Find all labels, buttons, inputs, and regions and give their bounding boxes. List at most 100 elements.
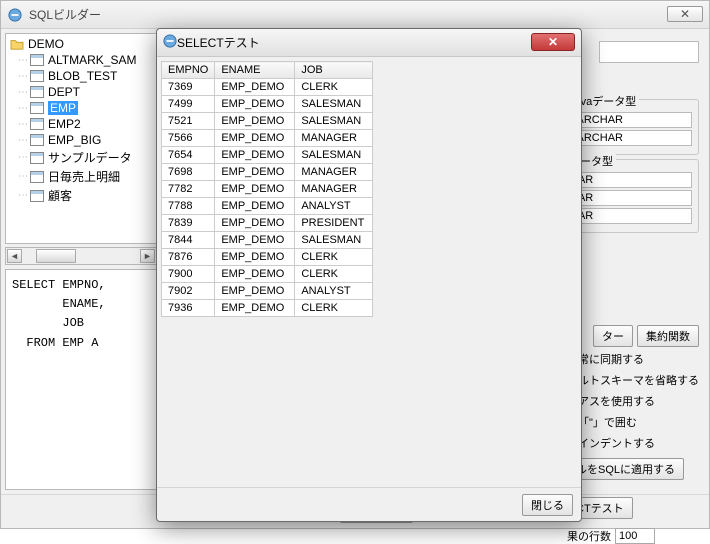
table-row[interactable]: 7844EMP_DEMOSALESMAN xyxy=(162,232,373,249)
table-icon xyxy=(30,86,44,98)
data-type-row: HAR xyxy=(566,172,692,188)
tree-node[interactable]: ⋯ALTMARK_SAM xyxy=(8,52,154,68)
cell: EMP_DEMO xyxy=(215,147,295,164)
table-icon xyxy=(30,54,44,66)
tree-node-label: EMP_BIG xyxy=(48,133,101,147)
cell: MANAGER xyxy=(295,181,373,198)
table-row[interactable]: 7902EMP_DEMOANALYST xyxy=(162,283,373,300)
main-title: SQLビルダー xyxy=(29,6,101,23)
close-icon: ✕ xyxy=(680,7,690,21)
tree-branch-icon: ⋯ xyxy=(18,87,26,98)
result-grid[interactable]: EMPNO ENAME JOB 7369EMP_DEMOCLERK7499EMP… xyxy=(161,61,373,317)
col-empno[interactable]: EMPNO xyxy=(162,62,215,79)
tree-node[interactable]: ⋯日毎売上明細 xyxy=(8,167,154,186)
scroll-thumb[interactable] xyxy=(36,249,76,263)
table-row[interactable]: 7499EMP_DEMOSALESMAN xyxy=(162,96,373,113)
dialog-titlebar[interactable]: SELECTテスト ✕ xyxy=(157,29,581,57)
cell: CLERK xyxy=(295,249,373,266)
java-type-row: VARCHAR xyxy=(566,130,692,146)
dialog-close-text-button[interactable]: 閉じる xyxy=(522,494,573,516)
table-icon xyxy=(30,171,44,183)
tree-node[interactable]: ⋯ EMP2 xyxy=(8,116,154,132)
star-button[interactable]: ター xyxy=(593,325,633,347)
tree-hscroll[interactable]: ◄ ► xyxy=(5,247,157,265)
cell: 7844 xyxy=(162,232,215,249)
cell: SALESMAN xyxy=(295,96,373,113)
table-icon xyxy=(30,118,44,130)
option-schema[interactable]: ォルトスキーマを省略する xyxy=(567,372,699,388)
tree-node[interactable]: ⋯ EMP_BIG xyxy=(8,132,154,148)
table-row[interactable]: 7369EMP_DEMOCLERK xyxy=(162,79,373,96)
cell: MANAGER xyxy=(295,164,373,181)
cell: 7900 xyxy=(162,266,215,283)
table-row[interactable]: 7936EMP_DEMOCLERK xyxy=(162,300,373,317)
tree-node-label: BLOB_TEST xyxy=(48,69,117,83)
tree-branch-icon: ⋯ xyxy=(18,152,26,163)
tree-branch-icon: ⋯ xyxy=(18,119,26,130)
tree-nodes: ⋯ALTMARK_SAM⋯BLOB_TEST⋯DEPT⋯EMP⋯EMP2⋯EMP… xyxy=(8,52,154,205)
rows-input[interactable]: 100 xyxy=(615,528,655,544)
dialog-body: EMPNO ENAME JOB 7369EMP_DEMOCLERK7499EMP… xyxy=(157,57,581,487)
schema-tree[interactable]: DEMO ⋯ALTMARK_SAM⋯BLOB_TEST⋯DEPT⋯EMP⋯EMP… xyxy=(5,33,157,244)
table-row[interactable]: 7839EMP_DEMOPRESIDENT xyxy=(162,215,373,232)
cell: 7499 xyxy=(162,96,215,113)
tree-branch-icon: ⋯ xyxy=(18,103,26,114)
main-titlebar[interactable]: SQLビルダー ✕ xyxy=(1,1,709,29)
cell: 7369 xyxy=(162,79,215,96)
col-ename[interactable]: ENAME xyxy=(215,62,295,79)
tree-node[interactable]: ⋯顧客 xyxy=(8,186,154,205)
cell: CLERK xyxy=(295,79,373,96)
table-row[interactable]: 7698EMP_DEMOMANAGER xyxy=(162,164,373,181)
tree-node-label: EMP xyxy=(48,101,78,115)
cell: 7566 xyxy=(162,130,215,147)
table-row[interactable]: 7521EMP_DEMOSALESMAN xyxy=(162,113,373,130)
dialog-title: SELECTテスト xyxy=(177,34,260,51)
cell: EMP_DEMO xyxy=(215,113,295,130)
tree-node[interactable]: ⋯DEPT xyxy=(8,84,154,100)
cell: 7902 xyxy=(162,283,215,300)
tree-branch-icon: ⋯ xyxy=(18,190,26,201)
top-right-input[interactable] xyxy=(599,41,699,63)
table-row[interactable]: 7782EMP_DEMOMANAGER xyxy=(162,181,373,198)
tree-node-label: 日毎売上明細 xyxy=(48,168,120,185)
table-row[interactable]: 7788EMP_DEMOANALYST xyxy=(162,198,373,215)
col-job[interactable]: JOB xyxy=(295,62,373,79)
dialog-icon xyxy=(163,34,177,51)
cell: SALESMAN xyxy=(295,232,373,249)
cell: 7698 xyxy=(162,164,215,181)
cell: SALESMAN xyxy=(295,147,373,164)
table-row[interactable]: 7876EMP_DEMOCLERK xyxy=(162,249,373,266)
cell: ANALYST xyxy=(295,283,373,300)
cell: EMP_DEMO xyxy=(215,198,295,215)
table-icon xyxy=(30,190,44,202)
aggregate-button[interactable]: 集約関数 xyxy=(637,325,699,347)
select-test-dialog: SELECTテスト ✕ EMPNO ENAME JOB 7369EMP_DEMO… xyxy=(156,28,582,522)
cell: EMP_DEMO xyxy=(215,130,295,147)
tree-node[interactable]: ⋯サンプルデータ xyxy=(8,148,154,167)
scroll-left-icon[interactable]: ◄ xyxy=(7,249,22,263)
tree-branch-icon: ⋯ xyxy=(18,55,26,66)
cell: 7839 xyxy=(162,215,215,232)
table-row[interactable]: 7900EMP_DEMOCLERK xyxy=(162,266,373,283)
cell: EMP_DEMO xyxy=(215,300,295,317)
main-close-button[interactable]: ✕ xyxy=(667,6,703,22)
table-row[interactable]: 7654EMP_DEMOSALESMAN xyxy=(162,147,373,164)
cell: EMP_DEMO xyxy=(215,249,295,266)
tree-root[interactable]: DEMO xyxy=(8,36,154,52)
table-icon xyxy=(30,102,44,114)
sql-preview: SELECT EMPNO, ENAME, JOB FROM EMP A xyxy=(5,269,157,490)
table-row[interactable]: 7566EMP_DEMOMANAGER xyxy=(162,130,373,147)
tree-branch-icon: ⋯ xyxy=(18,135,26,146)
folder-icon xyxy=(10,38,24,50)
apply-sql-button[interactable]: ルをSQLに適用する xyxy=(567,458,684,480)
right-buttons: ター 集約関数 xyxy=(593,325,699,347)
scroll-right-icon[interactable]: ► xyxy=(140,249,155,263)
cell: CLERK xyxy=(295,300,373,317)
dialog-close-button[interactable]: ✕ xyxy=(531,33,575,51)
cell: MANAGER xyxy=(295,130,373,147)
dialog-footer: 閉じる xyxy=(157,487,581,521)
tree-node-label: EMP2 xyxy=(48,117,81,131)
cell: CLERK xyxy=(295,266,373,283)
tree-node[interactable]: ⋯ EMP xyxy=(8,100,154,116)
tree-node[interactable]: ⋯BLOB_TEST xyxy=(8,68,154,84)
